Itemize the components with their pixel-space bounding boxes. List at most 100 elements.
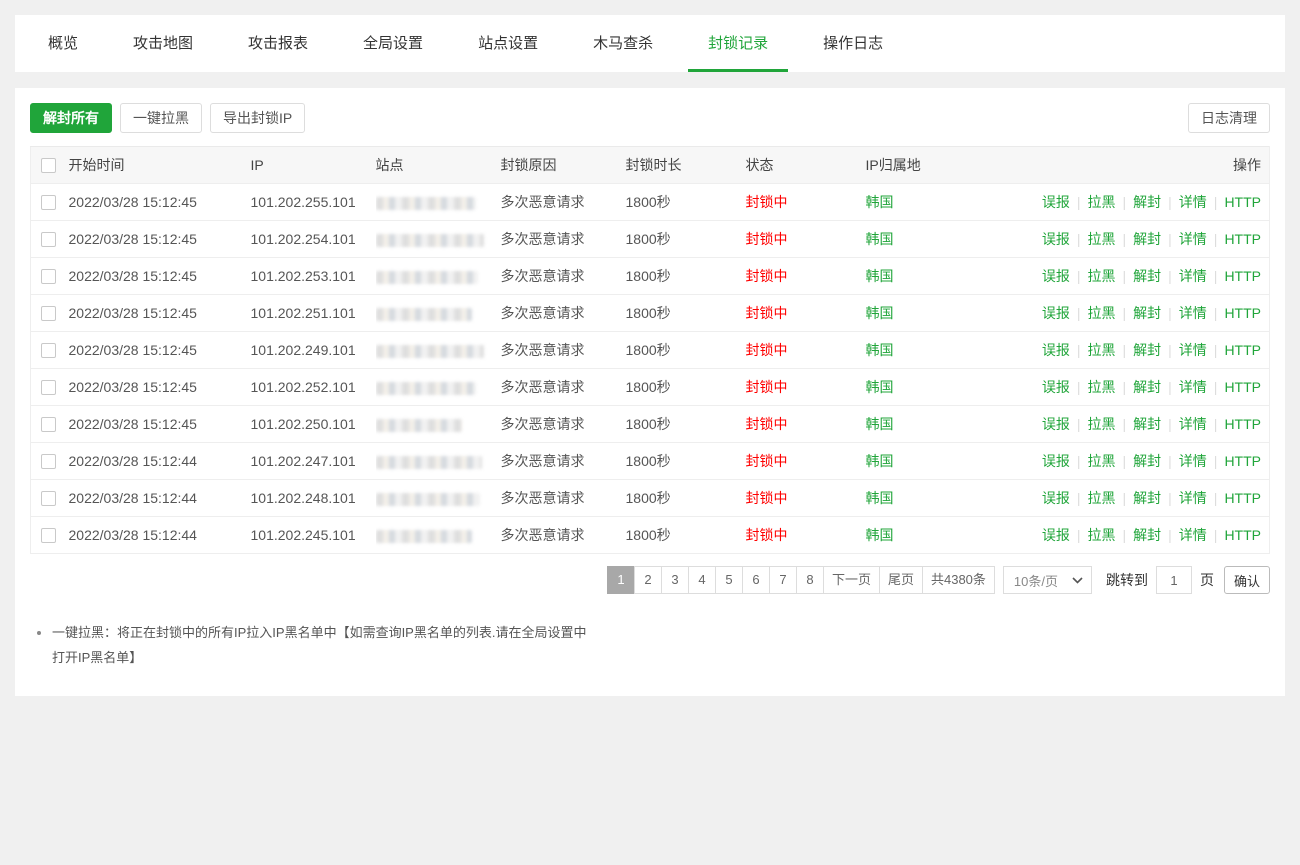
tab-攻击报表[interactable]: 攻击报表 [228, 15, 328, 72]
tab-封锁记录[interactable]: 封锁记录 [688, 15, 788, 72]
unblock-link[interactable]: 解封 [1133, 490, 1161, 506]
action-separator: | [1123, 268, 1127, 284]
row-checkbox[interactable] [41, 269, 56, 284]
block-duration-cell: 1800秒 [626, 443, 746, 480]
http-link[interactable]: HTTP [1224, 527, 1261, 543]
tab-操作日志[interactable]: 操作日志 [803, 15, 903, 72]
tab-全局设置[interactable]: 全局设置 [343, 15, 443, 72]
page-button-3[interactable]: 3 [661, 566, 689, 594]
site-blurred-mask [376, 530, 472, 543]
details-link[interactable]: 详情 [1179, 379, 1207, 395]
page-button-4[interactable]: 4 [688, 566, 716, 594]
details-link[interactable]: 详情 [1179, 342, 1207, 358]
blacklist-link[interactable]: 拉黑 [1088, 416, 1116, 432]
blacklist-link[interactable]: 拉黑 [1088, 231, 1116, 247]
misreport-link[interactable]: 误报 [1042, 231, 1070, 247]
http-link[interactable]: HTTP [1224, 231, 1261, 247]
http-link[interactable]: HTTP [1224, 342, 1261, 358]
tab-木马查杀[interactable]: 木马查杀 [573, 15, 673, 72]
details-link[interactable]: 详情 [1179, 268, 1207, 284]
next-page-button[interactable]: 下一页 [823, 566, 880, 594]
row-checkbox[interactable] [41, 454, 56, 469]
blacklist-link[interactable]: 拉黑 [1088, 194, 1116, 210]
misreport-link[interactable]: 误报 [1042, 268, 1070, 284]
unblock-link[interactable]: 解封 [1133, 527, 1161, 543]
unblock-link[interactable]: 解封 [1133, 416, 1161, 432]
details-link[interactable]: 详情 [1179, 453, 1207, 469]
http-link[interactable]: HTTP [1224, 453, 1261, 469]
blacklist-all-button[interactable]: 一键拉黑 [120, 103, 202, 133]
page-size-select[interactable]: 10条/页 [1003, 566, 1092, 594]
tab-攻击地图[interactable]: 攻击地图 [113, 15, 213, 72]
misreport-link[interactable]: 误报 [1042, 194, 1070, 210]
http-link[interactable]: HTTP [1224, 268, 1261, 284]
unblock-link[interactable]: 解封 [1133, 268, 1161, 284]
http-link[interactable]: HTTP [1224, 194, 1261, 210]
details-link[interactable]: 详情 [1179, 416, 1207, 432]
row-checkbox[interactable] [41, 343, 56, 358]
block-duration-cell: 1800秒 [626, 184, 746, 221]
tab-站点设置[interactable]: 站点设置 [458, 15, 558, 72]
row-checkbox[interactable] [41, 306, 56, 321]
action-separator: | [1077, 527, 1081, 543]
select-all-checkbox[interactable] [41, 158, 56, 173]
http-link[interactable]: HTTP [1224, 416, 1261, 432]
export-blocked-ip-button[interactable]: 导出封锁IP [210, 103, 305, 133]
misreport-link[interactable]: 误报 [1042, 490, 1070, 506]
action-separator: | [1123, 379, 1127, 395]
action-separator: | [1214, 268, 1218, 284]
blacklist-link[interactable]: 拉黑 [1088, 453, 1116, 469]
details-link[interactable]: 详情 [1179, 305, 1207, 321]
last-page-button[interactable]: 尾页 [879, 566, 923, 594]
blacklist-link[interactable]: 拉黑 [1088, 490, 1116, 506]
row-checkbox[interactable] [41, 491, 56, 506]
http-link[interactable]: HTTP [1224, 490, 1261, 506]
row-checkbox[interactable] [41, 195, 56, 210]
misreport-link[interactable]: 误报 [1042, 305, 1070, 321]
unblock-link[interactable]: 解封 [1133, 305, 1161, 321]
misreport-link[interactable]: 误报 [1042, 416, 1070, 432]
table-header: 开始时间IP站点封锁原因封锁时长状态IP归属地操作 [31, 147, 1270, 184]
details-link[interactable]: 详情 [1179, 527, 1207, 543]
unblock-link[interactable]: 解封 [1133, 342, 1161, 358]
page-button-5[interactable]: 5 [715, 566, 743, 594]
page-button-8[interactable]: 8 [796, 566, 824, 594]
details-link[interactable]: 详情 [1179, 490, 1207, 506]
blacklist-link[interactable]: 拉黑 [1088, 379, 1116, 395]
details-link[interactable]: 详情 [1179, 231, 1207, 247]
confirm-button[interactable]: 确认 [1224, 566, 1270, 594]
row-checkbox[interactable] [41, 528, 56, 543]
unblock-link[interactable]: 解封 [1133, 453, 1161, 469]
jump-page-input[interactable] [1156, 566, 1192, 594]
blacklist-link[interactable]: 拉黑 [1088, 305, 1116, 321]
unblock-link[interactable]: 解封 [1133, 194, 1161, 210]
page-button-2[interactable]: 2 [634, 566, 662, 594]
block-duration-cell: 1800秒 [626, 258, 746, 295]
details-link[interactable]: 详情 [1179, 194, 1207, 210]
status-cell: 封锁中 [746, 221, 866, 258]
misreport-link[interactable]: 误报 [1042, 453, 1070, 469]
http-link[interactable]: HTTP [1224, 305, 1261, 321]
tab-概览[interactable]: 概览 [28, 15, 98, 72]
unblock-link[interactable]: 解封 [1133, 379, 1161, 395]
blacklist-link[interactable]: 拉黑 [1088, 268, 1116, 284]
log-clean-button[interactable]: 日志清理 [1188, 103, 1270, 133]
blacklist-link[interactable]: 拉黑 [1088, 527, 1116, 543]
blacklist-link[interactable]: 拉黑 [1088, 342, 1116, 358]
row-checkbox[interactable] [41, 232, 56, 247]
row-checkbox[interactable] [41, 380, 56, 395]
row-checkbox[interactable] [41, 417, 56, 432]
page-button-6[interactable]: 6 [742, 566, 770, 594]
status-cell: 封锁中 [746, 406, 866, 443]
status-cell: 封锁中 [746, 369, 866, 406]
action-separator: | [1214, 490, 1218, 506]
page-button-1[interactable]: 1 [607, 566, 635, 594]
misreport-link[interactable]: 误报 [1042, 527, 1070, 543]
page-button-7[interactable]: 7 [769, 566, 797, 594]
unblock-link[interactable]: 解封 [1133, 231, 1161, 247]
http-link[interactable]: HTTP [1224, 379, 1261, 395]
unblock-all-button[interactable]: 解封所有 [30, 103, 112, 133]
misreport-link[interactable]: 误报 [1042, 342, 1070, 358]
start-time-cell: 2022/03/28 15:12:45 [69, 332, 251, 369]
misreport-link[interactable]: 误报 [1042, 379, 1070, 395]
